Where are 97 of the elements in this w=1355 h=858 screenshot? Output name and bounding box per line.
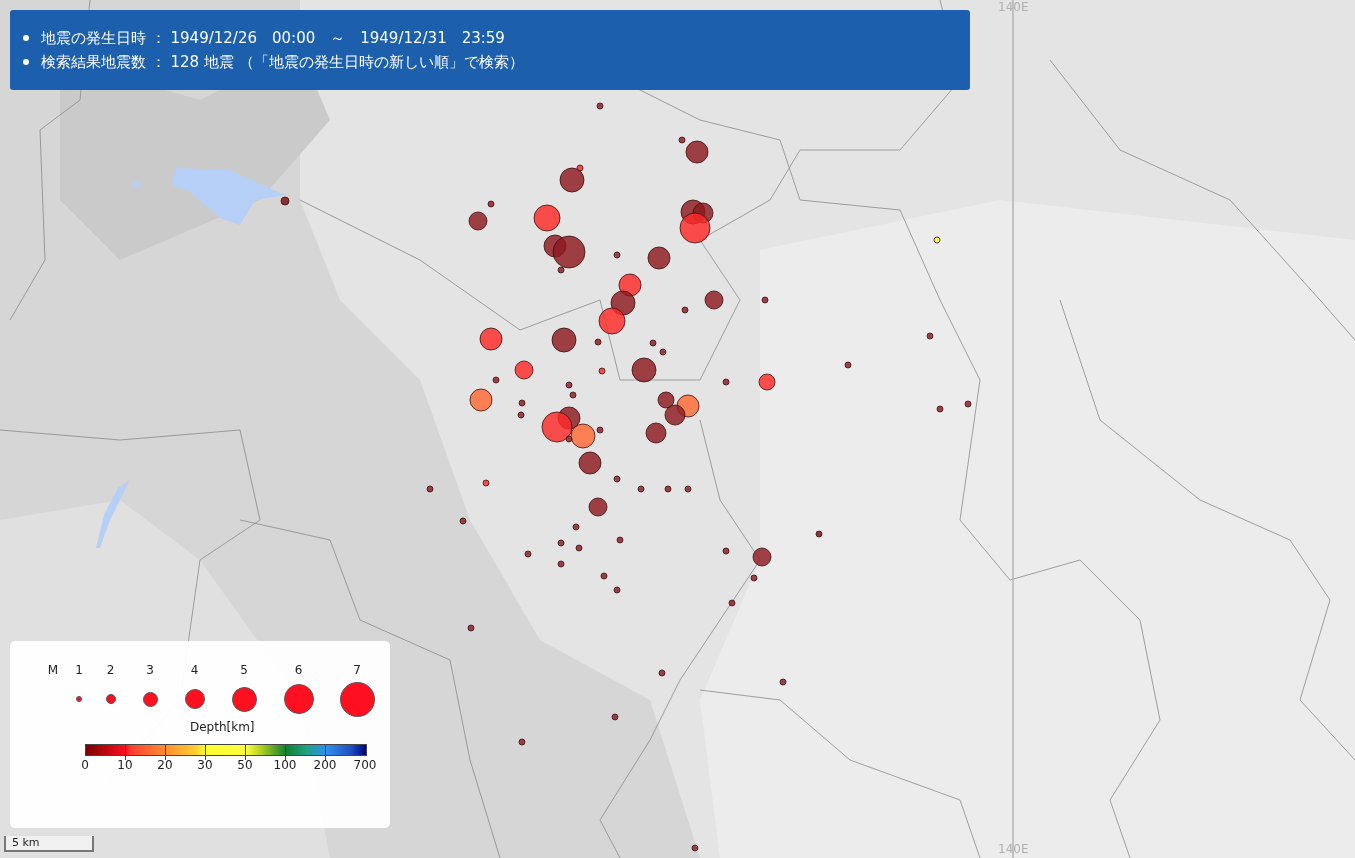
earthquake-marker xyxy=(779,678,787,686)
magnitude-value: 2 xyxy=(105,663,116,677)
earthquake-marker xyxy=(659,348,667,356)
earthquake-marker xyxy=(936,405,944,413)
earthquake-marker xyxy=(565,381,573,389)
earthquake-marker xyxy=(518,738,526,746)
magnitude-value: 3 xyxy=(145,663,155,677)
earthquake-marker xyxy=(649,339,657,347)
earthquake-marker xyxy=(758,373,776,391)
earthquake-marker xyxy=(533,204,561,232)
earthquake-marker xyxy=(575,544,583,552)
earthquake-marker xyxy=(280,196,290,206)
earthquake-marker xyxy=(637,485,645,493)
depth-tick-label: 50 xyxy=(236,758,254,772)
magnitude-circle-icon xyxy=(184,689,205,709)
depth-tick-label: 0 xyxy=(80,758,90,772)
earthquake-marker xyxy=(600,572,608,580)
earthquake-marker xyxy=(598,367,606,375)
magnitude-label: M xyxy=(46,663,60,677)
depth-tick-label: 200 xyxy=(312,758,338,772)
earthquake-marker xyxy=(487,200,495,208)
earthquake-marker xyxy=(933,236,941,244)
lake-shape xyxy=(96,480,130,548)
magnitude-circle-icon xyxy=(142,691,158,707)
earthquake-marker xyxy=(613,586,621,594)
magnitude-value: 5 xyxy=(239,663,249,677)
earthquake-marker xyxy=(492,376,500,384)
earthquake-marker xyxy=(611,713,619,721)
earthquake-marker xyxy=(469,388,493,412)
earthquake-marker xyxy=(459,517,467,525)
earthquake-marker xyxy=(664,485,672,493)
earthquake-marker xyxy=(598,307,626,335)
earthquake-marker xyxy=(557,539,565,547)
earthquake-marker xyxy=(594,338,602,346)
earthquake-marker xyxy=(578,451,602,475)
earthquake-marker xyxy=(647,246,671,270)
magnitude-circle-icon xyxy=(283,684,314,714)
earthquake-marker xyxy=(752,547,772,567)
earthquake-marker xyxy=(467,624,475,632)
depth-tick-label: 100 xyxy=(272,758,298,772)
earthquake-marker xyxy=(926,332,934,340)
magnitude-circle-icon xyxy=(76,696,82,702)
earthquake-marker xyxy=(815,530,823,538)
lake-shape xyxy=(133,180,140,188)
magnitude-circle-icon xyxy=(339,681,375,717)
magnitude-circle-icon xyxy=(105,694,116,704)
magnitude-circle-icon xyxy=(231,686,257,712)
magnitude-value: 7 xyxy=(352,663,362,677)
earthquake-marker xyxy=(613,251,621,259)
earthquake-marker xyxy=(645,422,667,444)
scale-bar: 5 km xyxy=(4,836,94,852)
earthquake-marker xyxy=(514,360,534,380)
earthquake-marker xyxy=(844,361,852,369)
bullet-icon xyxy=(23,59,29,65)
bullet-icon xyxy=(23,35,29,41)
earthquake-marker xyxy=(618,273,642,297)
earthquake-marker xyxy=(557,560,565,568)
earthquake-marker xyxy=(691,844,699,852)
magnitude-value: 4 xyxy=(189,663,200,677)
depth-tick-label: 20 xyxy=(156,758,174,772)
earthquake-marker xyxy=(613,475,621,483)
earthquake-marker xyxy=(479,327,503,351)
earthquake-marker xyxy=(518,399,526,407)
earthquake-marker xyxy=(524,550,532,558)
earthquake-marker xyxy=(722,547,730,555)
earthquake-marker xyxy=(610,290,636,316)
earthquake-marker xyxy=(588,497,608,517)
depth-tick-label: 10 xyxy=(116,758,134,772)
earthquake-marker xyxy=(569,391,577,399)
earthquake-marker xyxy=(468,211,488,231)
earthquake-marker xyxy=(722,378,730,386)
depth-title: Depth[km] xyxy=(190,720,256,734)
magnitude-value: 6 xyxy=(293,663,304,677)
earthquake-marker xyxy=(616,536,624,544)
earthquake-marker xyxy=(631,357,657,383)
summary-text: 検索結果地震数 ： 128 地震 （「地震の発生日時の新しい順」で検索） xyxy=(41,52,524,72)
magnitude-value: 1 xyxy=(74,663,84,677)
longitude-label: 140E xyxy=(998,842,1029,856)
earthquake-marker xyxy=(684,485,692,493)
earthquake-marker xyxy=(596,102,604,110)
earthquake-marker xyxy=(572,523,580,531)
earthquake-marker xyxy=(681,306,689,314)
earthquake-marker xyxy=(664,404,686,426)
earthquake-marker xyxy=(761,296,769,304)
summary-text: 地震の発生日時 ： 1949/12/26 00:00 ～ 1949/12/31 23:59 xyxy=(41,28,505,48)
earthquake-marker xyxy=(704,290,724,310)
earthquake-marker xyxy=(750,574,758,582)
earthquake-marker xyxy=(657,391,675,409)
earthquake-marker xyxy=(426,485,434,493)
earthquake-marker xyxy=(482,479,490,487)
earthquake-marker xyxy=(551,327,577,353)
depth-tick-label: 700 xyxy=(352,758,378,772)
earthquake-marker xyxy=(728,599,736,607)
earthquake-marker xyxy=(658,669,666,677)
earthquake-marker xyxy=(964,400,972,408)
earthquake-marker xyxy=(517,411,525,419)
depth-tick-label: 30 xyxy=(196,758,214,772)
